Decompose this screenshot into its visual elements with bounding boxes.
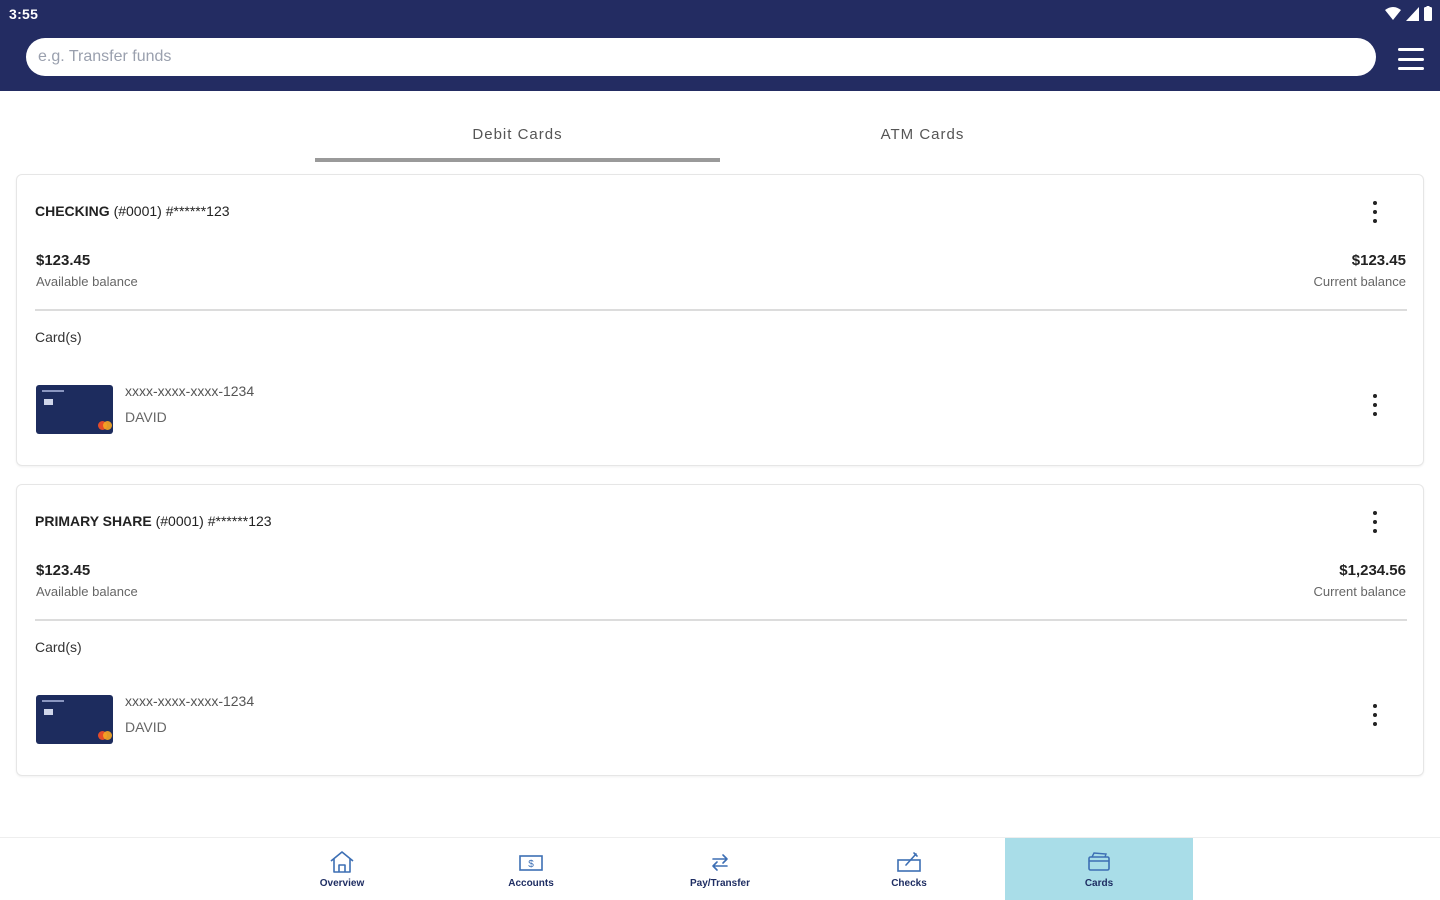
search-input[interactable]: [26, 38, 1376, 76]
card-more-options-button[interactable]: [1365, 700, 1385, 730]
divider: [35, 619, 1407, 621]
nav-label: Checks: [891, 878, 927, 889]
cards-section-label: Card(s): [35, 639, 82, 655]
current-balance: $1,234.56 Current balance: [1314, 562, 1407, 599]
tab-debit-cards[interactable]: Debit Cards: [315, 108, 720, 164]
debit-card-image[interactable]: [36, 695, 113, 744]
card-number: xxxx-xxxx-xxxx-1234: [125, 693, 255, 709]
available-balance: $123.45 Available balance: [36, 562, 138, 599]
available-balance: $123.45 Available balance: [36, 252, 138, 289]
hamburger-icon-bar: [1398, 57, 1424, 61]
status-icons: [1385, 6, 1432, 21]
status-time: 3:55: [9, 6, 39, 22]
more-vert-icon: [1373, 394, 1377, 398]
more-vert-icon: [1373, 704, 1377, 708]
nav-label: Pay/Transfer: [689, 878, 751, 889]
card-number: xxxx-xxxx-xxxx-1234: [125, 383, 255, 399]
accounts-icon: $: [519, 855, 543, 871]
hamburger-icon-bar: [1398, 48, 1424, 51]
nav-label: Overview: [319, 878, 365, 889]
hamburger-icon-bar: [1398, 67, 1424, 70]
account-more-options-button[interactable]: [1365, 507, 1385, 537]
nav-label: Cards: [1084, 878, 1114, 889]
card-type-tabs: Debit Cards ATM Cards: [315, 108, 1125, 164]
tab-atm-cards[interactable]: ATM Cards: [720, 108, 1125, 164]
cards-icon: [1088, 852, 1110, 871]
current-balance-label: Current balance: [1313, 584, 1407, 599]
bottom-navigation: Overview $ Accounts Pay/Transfer Checks …: [0, 837, 1440, 900]
card-chip-icon: [44, 709, 53, 715]
nav-accounts[interactable]: $ Accounts: [437, 838, 625, 900]
nav-label: Accounts: [508, 878, 554, 889]
account-name: PRIMARY SHARE: [35, 513, 152, 529]
more-vert-icon: [1373, 511, 1377, 515]
menu-button[interactable]: [1398, 48, 1424, 70]
more-vert-icon: [1373, 201, 1377, 205]
checks-icon: [897, 852, 921, 872]
available-balance-amount: $123.45: [36, 562, 91, 579]
nav-cards[interactable]: Cards: [1005, 838, 1193, 900]
account-title: PRIMARY SHARE (#0001) #******123: [35, 513, 272, 529]
account-title: CHECKING (#0001) #******123: [35, 203, 230, 219]
nav-checks[interactable]: Checks: [815, 838, 1003, 900]
available-balance-amount: $123.45: [36, 252, 91, 269]
wifi-icon: [1385, 6, 1401, 20]
nav-pay-transfer[interactable]: Pay/Transfer: [626, 838, 814, 900]
current-balance-amount: $123.45: [1351, 252, 1406, 269]
current-balance: $123.45 Current balance: [1314, 252, 1407, 289]
account-more-options-button[interactable]: [1365, 197, 1385, 227]
current-balance-amount: $1,234.56: [1339, 562, 1406, 579]
battery-icon: [1424, 6, 1432, 21]
available-balance-label: Available balance: [36, 274, 138, 289]
divider: [35, 309, 1407, 311]
transfer-icon: [712, 854, 728, 871]
account-card-checking: CHECKING (#0001) #******123 $123.45 Avai…: [16, 174, 1424, 466]
account-number: (#0001) #******123: [155, 513, 272, 529]
account-name: CHECKING: [35, 203, 110, 219]
debit-card-image[interactable]: [36, 385, 113, 434]
home-icon: [330, 851, 354, 873]
account-card-primary-share: PRIMARY SHARE (#0001) #******123 $123.45…: [16, 484, 1424, 776]
card-holder-name: DAVID: [125, 719, 167, 735]
card-chip-icon: [44, 399, 53, 405]
cards-section-label: Card(s): [35, 329, 82, 345]
card-more-options-button[interactable]: [1365, 390, 1385, 420]
available-balance-label: Available balance: [36, 584, 138, 599]
card-holder-name: DAVID: [125, 409, 167, 425]
app-header: 3:55: [0, 0, 1440, 91]
nav-overview[interactable]: Overview: [248, 838, 436, 900]
signal-icon: [1406, 6, 1419, 21]
account-number: (#0001) #******123: [113, 203, 230, 219]
current-balance-label: Current balance: [1313, 274, 1407, 289]
svg-text:$: $: [528, 859, 534, 870]
